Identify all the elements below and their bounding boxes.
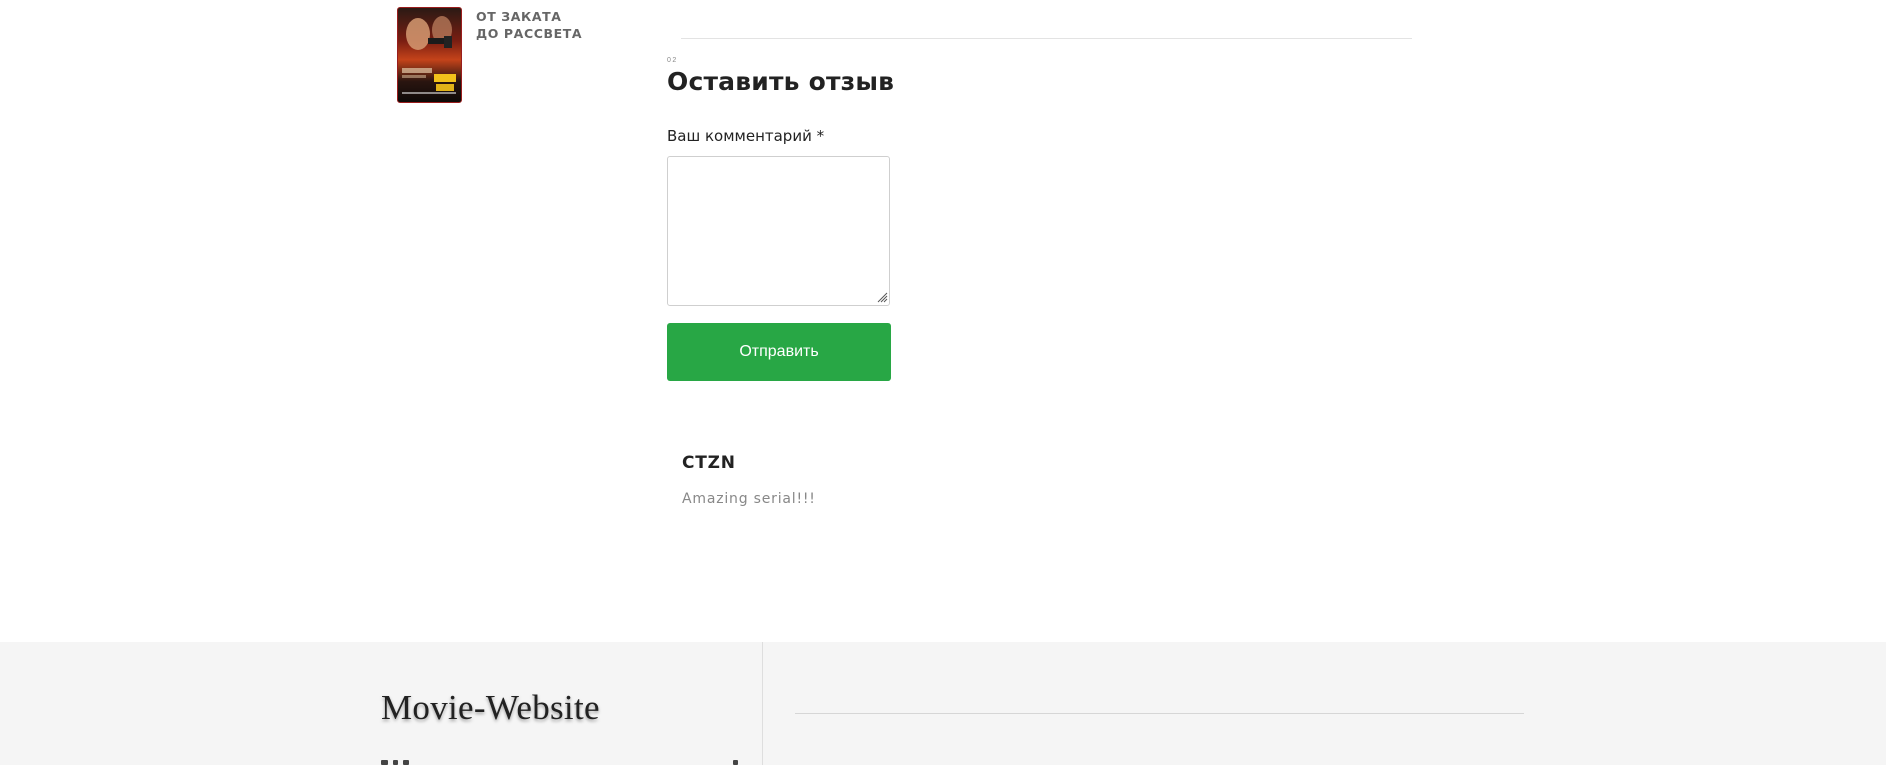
comment-textarea[interactable] [667,156,890,306]
movie-title-line-1: ОТ ЗАКАТА [476,9,562,24]
footer-column-divider [762,642,763,765]
footer-divider [795,713,1524,714]
footer-text-cutoff [381,757,741,765]
resize-grip-icon[interactable] [877,292,888,303]
footer: Movie-Website [0,642,1886,765]
page: ОТ ЗАКАТА ДО РАССВЕТА 02 Оставить отзыв … [0,0,1886,765]
comment-label: Ваш комментарий * [667,127,825,145]
footer-brand[interactable]: Movie-Website [381,688,600,728]
review-text: Amazing serial!!! [682,491,816,507]
movie-title-line-2: ДО РАССВЕТА [476,26,583,41]
movie-card[interactable]: ОТ ЗАКАТА ДО РАССВЕТА [397,7,597,103]
section-divider [681,38,1412,39]
submit-review-button[interactable]: Отправить [667,323,891,381]
section-number: 02 [667,57,678,64]
movie-poster-image [402,16,456,94]
movie-poster[interactable] [397,7,462,103]
leave-review-heading: Оставить отзыв [667,67,895,96]
review-author: CTZN [682,453,736,473]
movie-title-link[interactable]: ОТ ЗАКАТА ДО РАССВЕТА [476,8,582,42]
